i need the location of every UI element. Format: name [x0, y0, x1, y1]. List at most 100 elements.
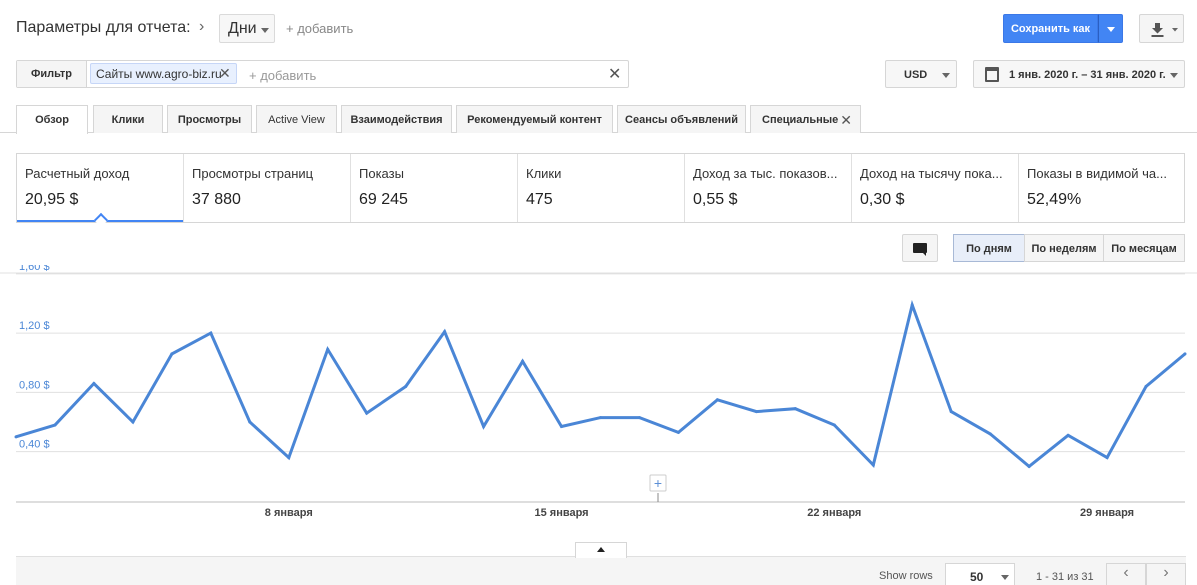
data-point: [14, 435, 18, 439]
data-point: [599, 416, 602, 420]
remove-filter-chip-icon[interactable]: ✕: [219, 65, 231, 82]
filter-button[interactable]: Фильтр: [17, 61, 87, 87]
data-point: [988, 432, 992, 436]
data-point: [326, 347, 330, 351]
metric-clicks[interactable]: Клики 475: [518, 154, 685, 222]
data-point: [131, 420, 135, 424]
tab-label: Просмотры: [177, 114, 242, 126]
tab-ad-sessions[interactable]: Сеансы объявлений: [617, 105, 746, 133]
data-point: [1066, 433, 1070, 437]
annotations-button[interactable]: [902, 234, 938, 262]
chevron-down-icon: [942, 73, 950, 78]
granularity-label: По неделям: [1031, 243, 1097, 255]
data-point: [443, 330, 447, 334]
save-as-button[interactable]: Сохранить как: [1003, 14, 1098, 43]
granularity-monthly[interactable]: По месяцам: [1103, 234, 1185, 262]
save-as-dropdown-button[interactable]: [1098, 14, 1123, 43]
chevron-down-icon: [1170, 73, 1178, 78]
data-point: [793, 407, 797, 411]
metric-value: 69 245: [359, 191, 408, 208]
metric-label: Доход на тысячу пока...: [860, 166, 1003, 181]
download-icon: [1151, 23, 1178, 37]
tab-active-view[interactable]: Active View: [256, 105, 337, 133]
metrics-scorecard: Расчетный доход 20,95 $ Просмотры страни…: [16, 153, 1185, 223]
dimension-select[interactable]: Дни: [219, 14, 275, 43]
x-tick-label: 15 января: [534, 507, 588, 519]
data-point: [53, 423, 57, 427]
add-dimension-link[interactable]: + добавить: [286, 21, 353, 36]
metric-value: 475: [526, 191, 553, 208]
metric-label: Просмотры страниц: [192, 166, 314, 181]
granularity-label: По месяцам: [1111, 243, 1177, 255]
metric-label: Показы в видимой ча...: [1027, 166, 1167, 181]
metric-page-views[interactable]: Просмотры страниц 37 880: [184, 154, 351, 222]
pagination-range: 1 - 31 из 31: [1036, 571, 1094, 583]
data-point: [92, 382, 96, 385]
tab-recommended-content[interactable]: Рекомендуемый контент: [456, 105, 613, 133]
metric-rpm[interactable]: Доход на тысячу пока... 0,30 $: [852, 154, 1019, 222]
tab-label: Взаимодействия: [350, 114, 443, 126]
next-page-button[interactable]: ›: [1146, 563, 1186, 585]
y-tick-label: 1,20 $: [19, 320, 50, 332]
metric-revenue-per-thousand-impressions[interactable]: Доход за тыс. показов... 0,55 $: [685, 154, 852, 222]
rows-per-page-select[interactable]: 50: [945, 563, 1015, 585]
tab-label: Сеансы объявлений: [625, 114, 738, 126]
plus-icon: +: [654, 475, 662, 491]
metric-impressions[interactable]: Показы 69 245: [351, 154, 518, 222]
clear-filters-icon[interactable]: ✕: [608, 64, 621, 84]
data-point: [715, 398, 719, 402]
prev-page-button[interactable]: ‹: [1106, 563, 1146, 585]
data-point: [404, 384, 408, 388]
metric-label: Показы: [359, 166, 404, 181]
tab-interactions[interactable]: Взаимодействия: [341, 105, 452, 133]
granularity-weekly[interactable]: По неделям: [1024, 234, 1104, 262]
data-point: [754, 410, 758, 414]
tab-label: Active View: [268, 114, 325, 126]
x-tick-label: 8 января: [265, 507, 313, 519]
collapse-chart-button[interactable]: [575, 542, 627, 558]
data-point: [1027, 464, 1031, 468]
date-range-select[interactable]: 1 янв. 2020 г. – 31 янв. 2020 г.: [973, 60, 1185, 88]
metric-viewable-impressions[interactable]: Показы в видимой ча... 52,49%: [1019, 154, 1184, 222]
data-point: [871, 463, 875, 467]
tab-views[interactable]: Просмотры: [167, 105, 252, 133]
granularity-daily[interactable]: По дням: [953, 234, 1025, 262]
y-tick-label: 1,60 $: [19, 265, 50, 273]
report-params-title: Параметры для отчета:: [16, 19, 191, 36]
tab-label: Обзор: [35, 114, 69, 126]
tab-custom[interactable]: Специальные ✕: [750, 105, 861, 133]
dimension-select-value: Дни: [228, 20, 257, 37]
metric-value: 0,55 $: [693, 191, 738, 208]
tab-overview[interactable]: Обзор: [16, 105, 88, 134]
data-point: [1144, 384, 1148, 388]
data-point: [209, 331, 213, 335]
data-point: [832, 423, 836, 427]
data-point: [676, 430, 680, 434]
currency-select[interactable]: USD: [885, 60, 957, 88]
data-point: [910, 303, 914, 307]
currency-value: USD: [904, 69, 928, 81]
chevron-right-icon: ›: [199, 18, 205, 35]
data-point: [170, 352, 174, 356]
rows-per-page-value: 50: [970, 570, 984, 584]
data-point: [1183, 352, 1187, 356]
tab-clicks[interactable]: Клики: [93, 105, 163, 133]
calendar-icon: [985, 67, 999, 82]
metric-value: 37 880: [192, 191, 241, 208]
data-point: [287, 456, 291, 460]
download-button[interactable]: [1139, 14, 1184, 43]
add-filter-input[interactable]: + добавить: [249, 68, 316, 83]
data-point: [637, 416, 641, 420]
granularity-label: По дням: [966, 243, 1012, 255]
metric-value: 20,95 $: [25, 191, 79, 208]
data-point: [248, 420, 252, 424]
close-tab-icon[interactable]: ✕: [840, 112, 852, 129]
show-rows-label: Show rows: [879, 570, 933, 582]
filter-chip[interactable]: Сайты www.agro-biz.ru: [90, 63, 237, 84]
chevron-left-icon: ‹: [1123, 564, 1129, 581]
revenue-line-chart: 0,40 $ 0,80 $ 1,20 $ 1,60 $ 8 января 15 январ…: [0, 265, 1197, 519]
chevron-right-icon: ›: [1163, 564, 1169, 581]
chevron-down-icon: [1107, 27, 1115, 32]
chevron-down-icon: [261, 28, 269, 33]
chevron-down-icon: [1001, 575, 1009, 580]
